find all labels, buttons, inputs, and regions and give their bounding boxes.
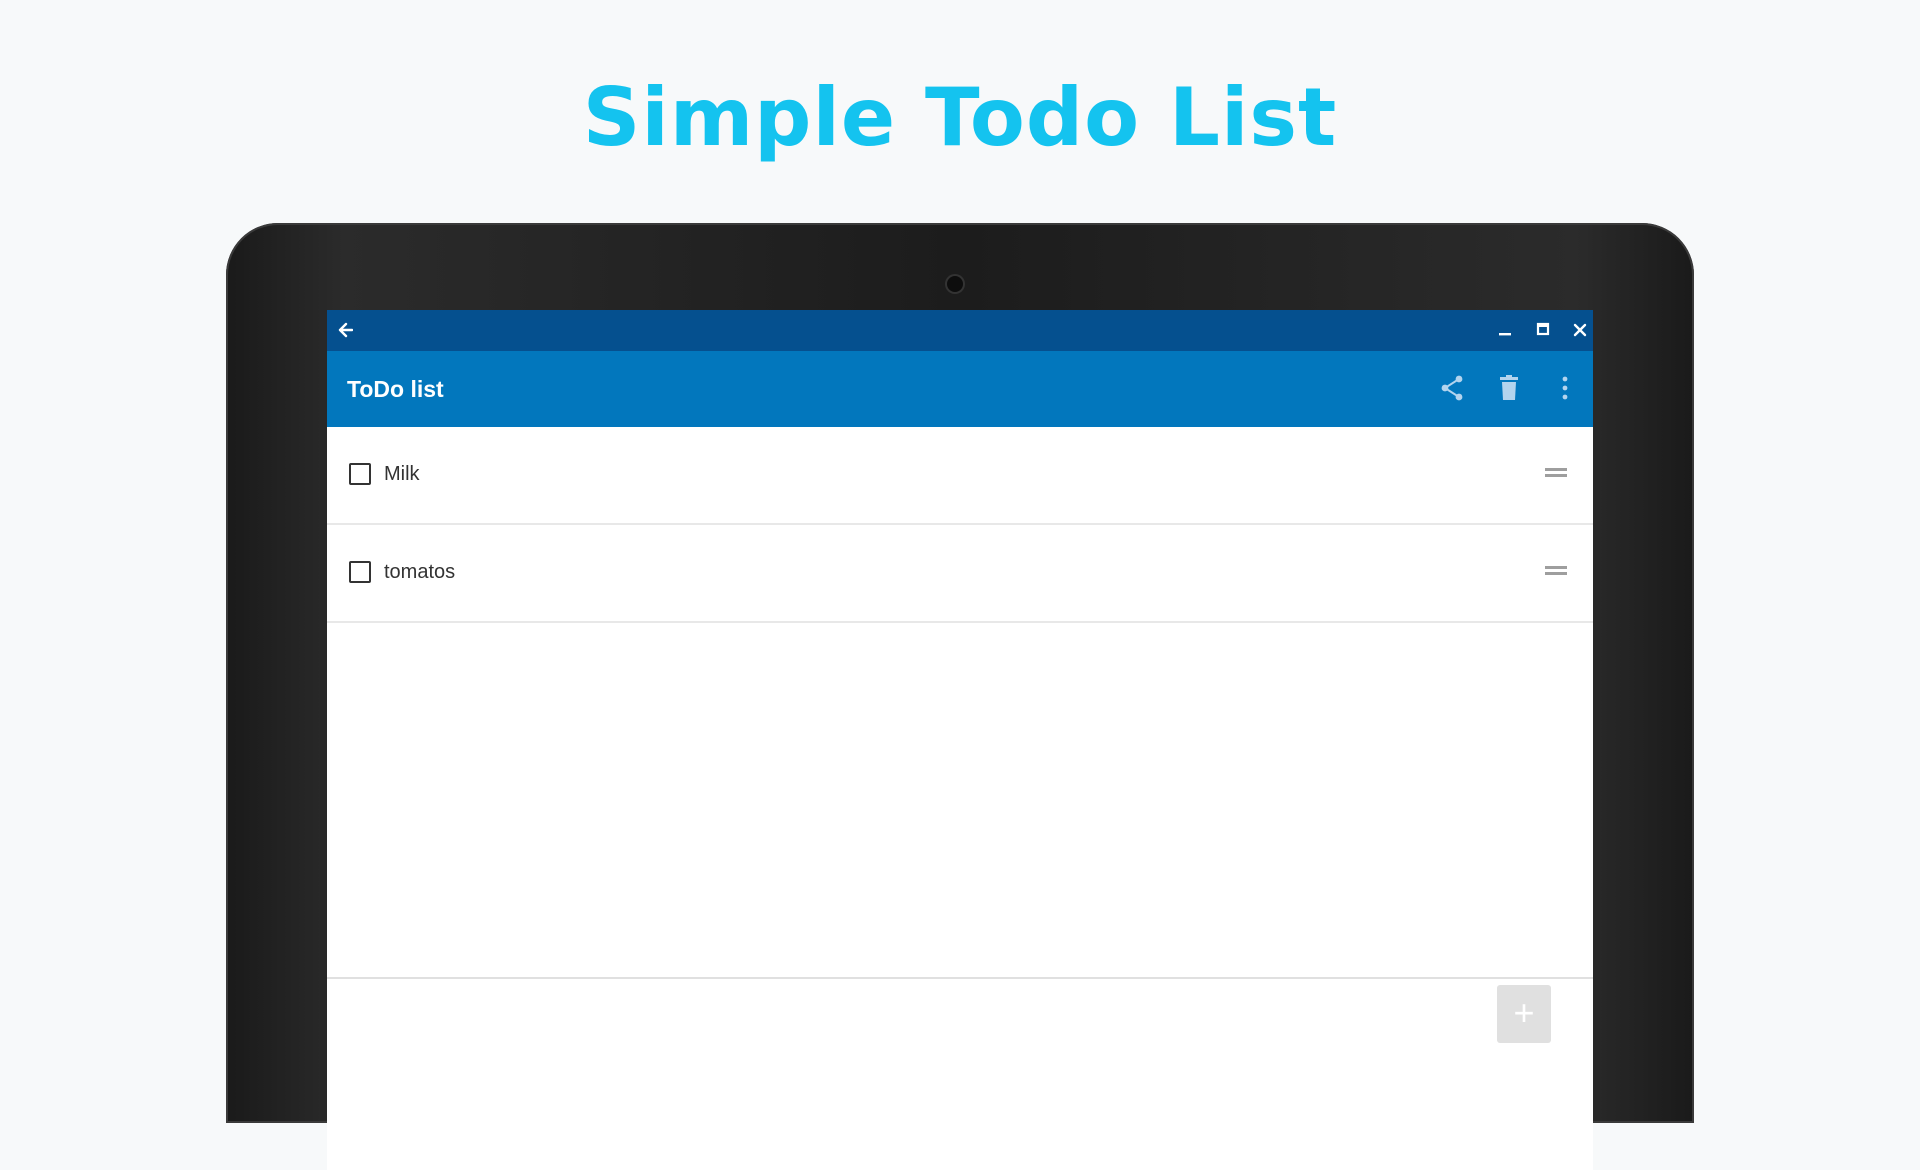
todo-label: Milk bbox=[384, 463, 420, 485]
page-headline: Simple Todo List bbox=[582, 71, 1338, 164]
close-button[interactable] bbox=[1573, 318, 1587, 338]
tablet-device: ToDo list Milk tomatos + bbox=[226, 223, 1694, 1170]
share-icon[interactable] bbox=[1437, 373, 1467, 403]
camera-icon bbox=[947, 276, 963, 292]
todo-item[interactable]: tomatos bbox=[327, 525, 1593, 623]
drag-handle-icon[interactable] bbox=[1545, 467, 1567, 477]
minimize-button[interactable] bbox=[1498, 318, 1512, 338]
drag-handle-icon[interactable] bbox=[1545, 565, 1567, 575]
todo-item[interactable]: Milk bbox=[327, 427, 1593, 525]
trash-icon[interactable] bbox=[1494, 373, 1524, 403]
back-arrow-icon[interactable] bbox=[337, 318, 353, 338]
more-vert-icon[interactable] bbox=[1550, 373, 1580, 403]
app-window: ToDo list Milk tomatos + bbox=[327, 310, 1593, 1170]
input-divider bbox=[327, 977, 1593, 979]
add-item-button[interactable]: + bbox=[1497, 985, 1551, 1043]
maximize-button[interactable] bbox=[1536, 318, 1550, 338]
todo-label: tomatos bbox=[384, 561, 456, 583]
app-toolbar: ToDo list bbox=[327, 351, 1593, 427]
todo-checkbox[interactable] bbox=[349, 561, 371, 583]
todo-checkbox[interactable] bbox=[349, 463, 371, 485]
app-title: ToDo list bbox=[347, 376, 444, 402]
window-titlebar bbox=[327, 310, 1593, 351]
